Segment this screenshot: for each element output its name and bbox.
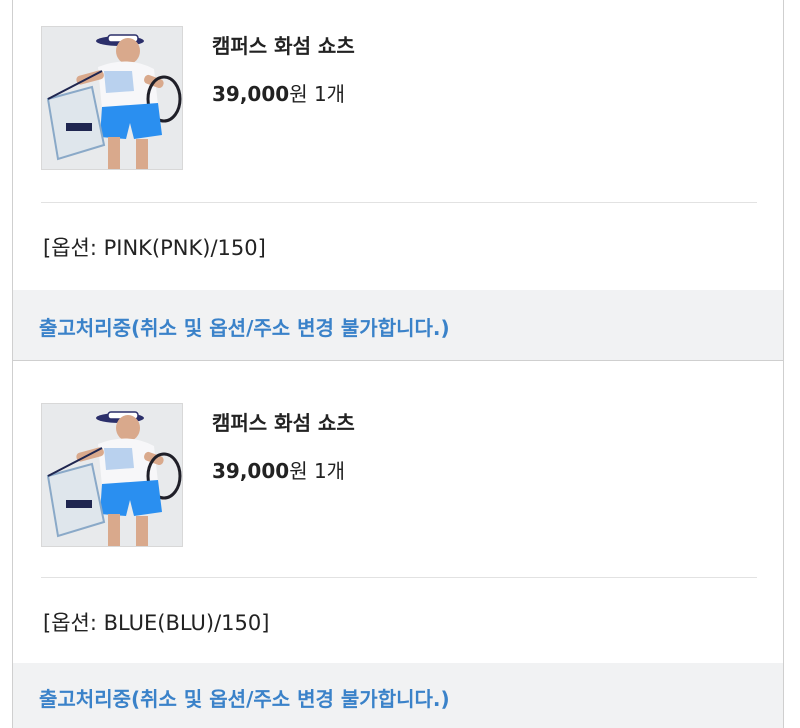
- product-photo-icon: [42, 404, 182, 546]
- product-row[interactable]: 캠퍼스 화섬 쇼츠 39,000원 1개: [41, 26, 761, 172]
- divider: [41, 202, 757, 203]
- order-item-card: 캠퍼스 화섬 쇼츠 39,000원 1개 [옵션: BLUE(BLU)/150]…: [12, 361, 784, 728]
- status-bar: 출고처리중(취소 및 옵션/주소 변경 불가합니다.): [13, 663, 783, 728]
- price-amount: 39,000: [212, 82, 290, 106]
- divider: [41, 577, 757, 578]
- status-text: 출고처리중(취소 및 옵션/주소 변경 불가합니다.): [39, 316, 450, 340]
- price-currency: 원: [289, 459, 308, 483]
- quantity: 1개: [313, 82, 346, 106]
- price-line: 39,000원 1개: [212, 455, 345, 484]
- product-photo-icon: [42, 27, 182, 169]
- price-line: 39,000원 1개: [212, 78, 345, 107]
- status-bar: 출고처리중(취소 및 옵션/주소 변경 불가합니다.): [13, 290, 783, 360]
- product-name[interactable]: 캠퍼스 화섬 쇼츠: [212, 407, 355, 436]
- order-item-card: 캠퍼스 화섬 쇼츠 39,000원 1개 [옵션: PINK(PNK)/150]…: [12, 0, 784, 361]
- quantity: 1개: [313, 459, 346, 483]
- order-list-page: 캠퍼스 화섬 쇼츠 39,000원 1개 [옵션: PINK(PNK)/150]…: [0, 0, 800, 728]
- product-name[interactable]: 캠퍼스 화섬 쇼츠: [212, 30, 355, 59]
- price-currency: 원: [289, 82, 308, 106]
- product-thumbnail[interactable]: [41, 403, 183, 547]
- product-row[interactable]: 캠퍼스 화섬 쇼츠 39,000원 1개: [41, 403, 761, 549]
- status-text: 출고처리중(취소 및 옵션/주소 변경 불가합니다.): [39, 687, 450, 711]
- product-thumbnail[interactable]: [41, 26, 183, 170]
- price-amount: 39,000: [212, 459, 290, 483]
- option-text: [옵션: PINK(PNK)/150]: [43, 236, 266, 260]
- option-text: [옵션: BLUE(BLU)/150]: [43, 611, 270, 635]
